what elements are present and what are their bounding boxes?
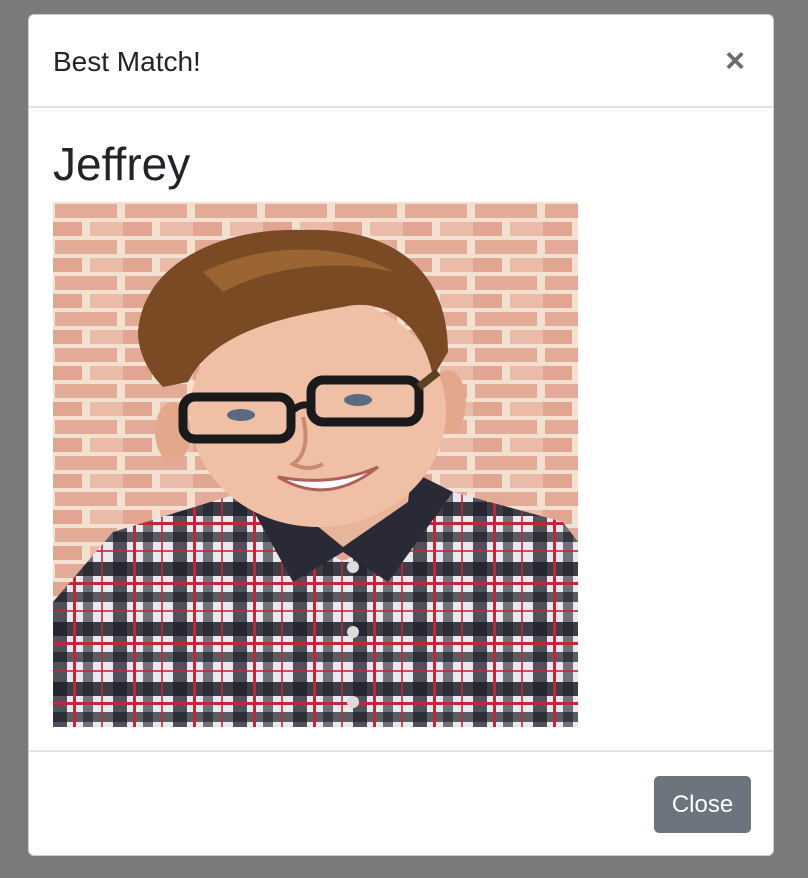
modal-title: Best Match! [53, 46, 201, 77]
profile-photo [53, 202, 578, 727]
modal-header: Best Match! × [29, 15, 773, 108]
modal-body: Jeffrey [29, 108, 773, 751]
best-match-modal: Best Match! × Jeffrey Close [28, 14, 774, 856]
match-name: Jeffrey [53, 138, 191, 190]
close-icon[interactable]: × [723, 44, 747, 78]
modal-footer: Close [29, 750, 773, 855]
profile-photo-image [53, 202, 578, 727]
close-button[interactable]: Close [654, 776, 751, 833]
